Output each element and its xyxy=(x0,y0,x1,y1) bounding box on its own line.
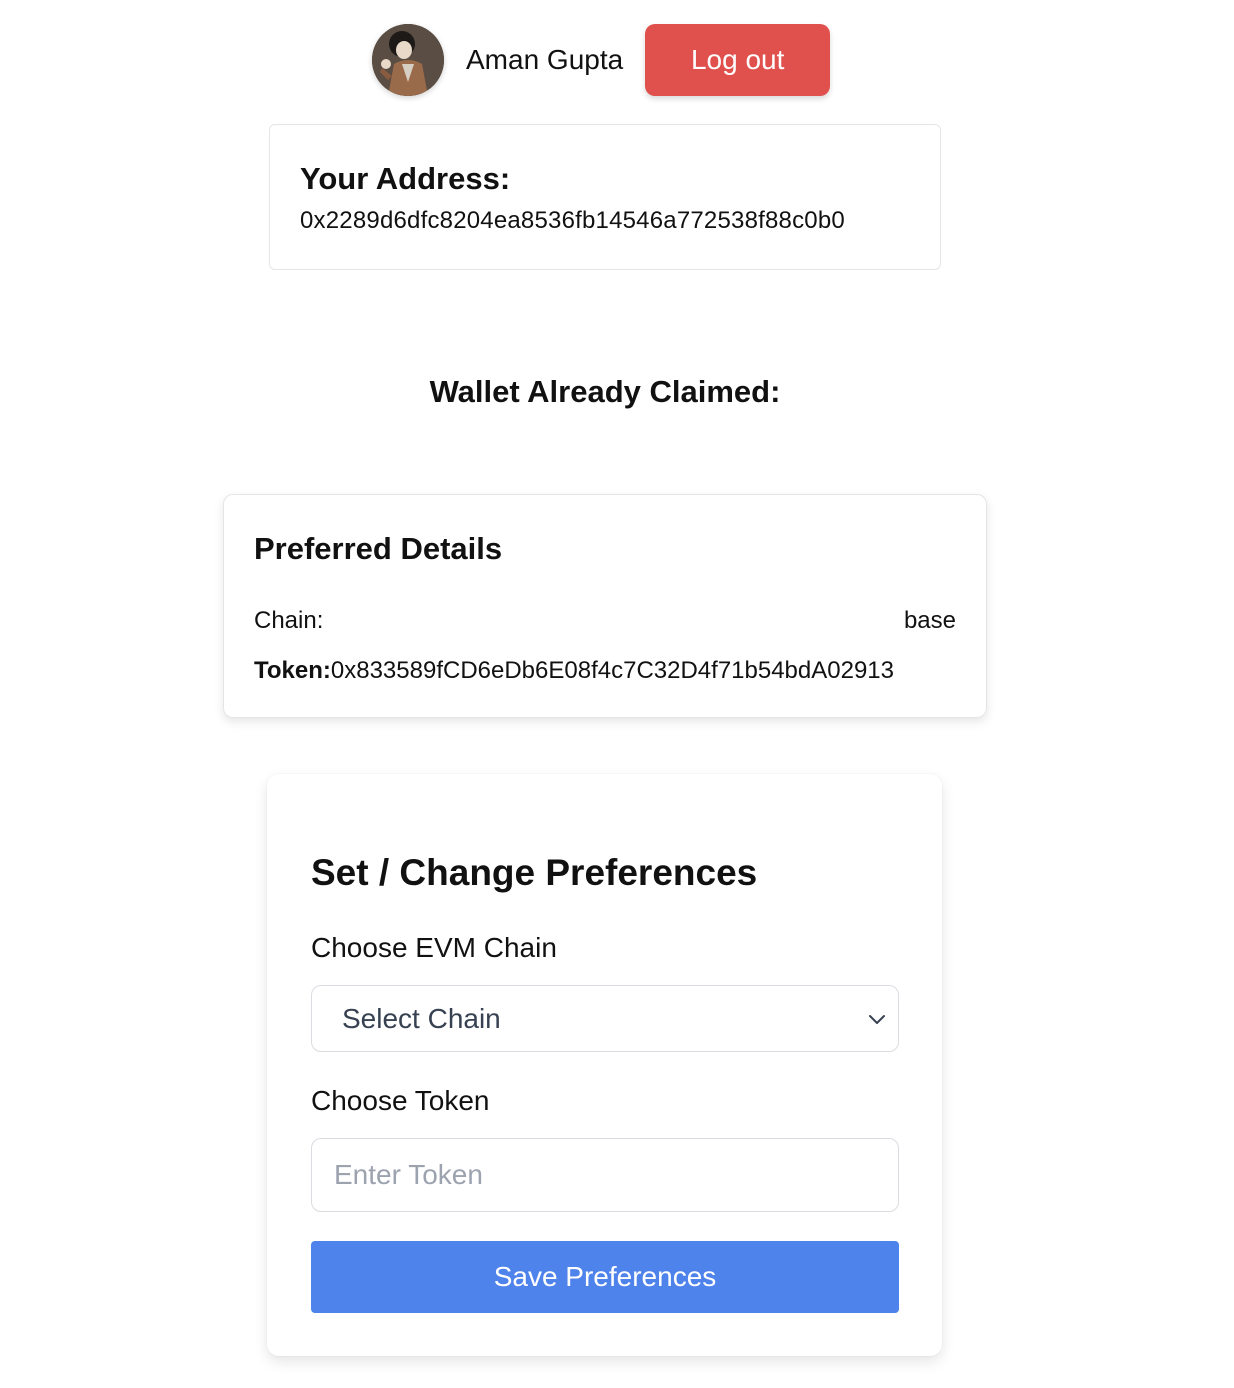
page: Aman Gupta Log out Your Address: 0x2289d… xyxy=(0,0,1234,1388)
preferences-title: Set / Change Preferences xyxy=(311,852,758,893)
token-input[interactable] xyxy=(311,1138,899,1212)
user-header: Aman Gupta Log out xyxy=(372,24,831,96)
address-value: 0x2289d6dfc8204ea8536fb14546a772538f88c0… xyxy=(300,207,845,234)
address-label: Your Address: xyxy=(300,161,511,196)
chain-key: Chain: xyxy=(254,607,324,634)
token-value: 0x833589fCD6eDb6E08f4c7C32D4f71b54bdA029… xyxy=(330,657,894,684)
save-preferences-button[interactable]: Save Preferences xyxy=(311,1241,899,1313)
preferences-card: Set / Change Preferences Choose EVM Chai… xyxy=(267,774,942,1356)
preferred-details-title: Preferred Details xyxy=(254,531,503,566)
logout-button[interactable]: Log out xyxy=(645,24,831,96)
user-name: Aman Gupta xyxy=(466,44,624,75)
chain-select[interactable]: Select Chain xyxy=(311,985,899,1052)
token-key: Token: xyxy=(254,657,331,684)
chain-select-value: Select Chain xyxy=(342,1002,501,1034)
avatar xyxy=(372,24,444,96)
detail-row-chain: Chain: base xyxy=(254,607,956,635)
chain-field-label: Choose EVM Chain xyxy=(311,932,557,963)
address-card: Your Address: 0x2289d6dfc8204ea8536fb145… xyxy=(269,124,941,270)
chain-value: base xyxy=(903,607,956,634)
detail-row-token: Token: 0x833589fCD6eDb6E08f4c7C32D4f71b5… xyxy=(254,657,956,685)
wallet-claimed-heading: Wallet Already Claimed: xyxy=(429,374,781,409)
preferred-details-card: Preferred Details Chain: base Token: 0x8… xyxy=(223,494,987,718)
avatar-image xyxy=(372,24,444,96)
chevron-down-icon xyxy=(868,1013,886,1025)
token-field-label: Choose Token xyxy=(311,1085,490,1116)
